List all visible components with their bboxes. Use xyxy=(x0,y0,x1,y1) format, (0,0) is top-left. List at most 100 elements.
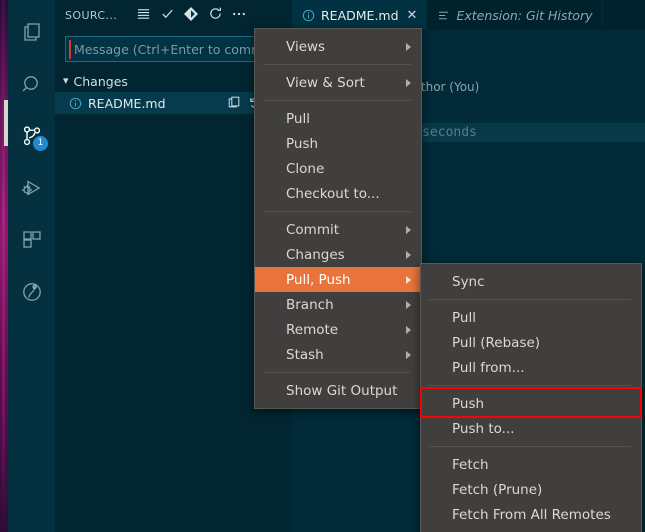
menu-item-label: Changes xyxy=(286,246,345,263)
menu-item-view-and-sort[interactable]: View & Sort xyxy=(255,70,421,95)
menu-item-show-git-output[interactable]: Show Git Output xyxy=(255,378,421,403)
submenu-item-sync[interactable]: Sync xyxy=(421,269,641,294)
menu-item-label: Show Git Output xyxy=(286,382,398,399)
menu-item-stash[interactable]: Stash xyxy=(255,342,421,367)
submenu-item-fetch-from-all-remotes[interactable]: Fetch From All Remotes xyxy=(421,502,641,527)
close-icon[interactable]: ✕ xyxy=(407,8,418,23)
menu-item-branch[interactable]: Branch xyxy=(255,292,421,317)
file-name: README.md xyxy=(88,95,166,111)
menu-item-label: Commit xyxy=(286,221,340,238)
info-icon xyxy=(69,97,82,110)
chevron-right-icon xyxy=(406,325,411,334)
tab-label: Extension: Git History xyxy=(456,7,593,23)
commit-message-placeholder: Message (Ctrl+Enter to commi xyxy=(74,41,267,57)
source-control-badge: 1 xyxy=(33,136,48,151)
window-edge-strip xyxy=(0,0,9,532)
sidebar-title-bar: SOURC... xyxy=(55,0,292,30)
edge-strip-inner xyxy=(2,0,5,532)
menu-item-remote[interactable]: Remote xyxy=(255,317,421,342)
commit-message-input[interactable]: Message (Ctrl+Enter to commi xyxy=(65,36,284,62)
activity-item-extensions[interactable] xyxy=(8,216,55,264)
submenu-item-fetch[interactable]: Fetch xyxy=(421,452,641,477)
menu-item-push[interactable]: Push xyxy=(255,131,421,156)
activity-item-run-and-debug[interactable] xyxy=(8,164,55,212)
menu-item-label: Stash xyxy=(286,346,324,363)
run-debug-icon xyxy=(20,176,44,200)
activity-item-search[interactable] xyxy=(8,60,55,108)
tab-readme[interactable]: README.md ✕ xyxy=(292,0,428,30)
tab-label: README.md xyxy=(321,7,399,23)
menu-item-label: Remote xyxy=(286,321,339,338)
git-context-menu[interactable]: Views View & Sort Pull Push Clone Checko… xyxy=(254,28,422,409)
submenu-item-pull-from[interactable]: Pull from... xyxy=(421,355,641,380)
check-icon xyxy=(160,6,175,24)
chevron-right-icon xyxy=(406,250,411,259)
menu-item-clone[interactable]: Clone xyxy=(255,156,421,181)
menu-item-label: Pull xyxy=(452,309,476,326)
menu-item-label: Fetch (Prune) xyxy=(452,481,543,498)
menu-item-label: Pull xyxy=(286,110,310,127)
menu-item-label: Views xyxy=(286,38,326,55)
menu-item-label: Pull, Push xyxy=(286,271,351,288)
menu-item-changes[interactable]: Changes xyxy=(255,242,421,267)
menu-item-label: Clone xyxy=(286,160,325,177)
chevron-right-icon xyxy=(406,300,411,309)
chevron-right-icon xyxy=(406,350,411,359)
search-icon xyxy=(20,72,44,96)
submenu-item-push-to[interactable]: Push to... xyxy=(421,416,641,441)
commit-button[interactable] xyxy=(155,3,179,27)
menu-item-label: Push xyxy=(286,135,319,152)
menu-item-label: Push xyxy=(452,395,485,412)
text-caret xyxy=(69,40,71,59)
menu-item-label: Branch xyxy=(286,296,334,313)
submenu-item-fetch-prune[interactable]: Fetch (Prune) xyxy=(421,477,641,502)
extensions-icon xyxy=(20,228,44,252)
menu-separator xyxy=(263,64,411,65)
view-as-list-button[interactable] xyxy=(131,3,155,27)
menu-item-label: Fetch xyxy=(452,456,489,473)
refresh-icon xyxy=(208,6,223,24)
menu-item-label: Fetch From All Remotes xyxy=(452,506,611,523)
git-commit-icon xyxy=(183,6,199,25)
list-icon xyxy=(136,6,151,24)
menu-separator xyxy=(429,446,631,447)
submenu-item-pull[interactable]: Pull xyxy=(421,305,641,330)
menu-item-label: Sync xyxy=(452,273,485,290)
activity-bar: 1 xyxy=(8,0,55,532)
activity-item-source-control[interactable]: 1 xyxy=(8,112,55,160)
editor-tab-bar: README.md ✕ Extension: Git History xyxy=(292,0,645,30)
menu-item-label: Checkout to... xyxy=(286,185,380,202)
menu-separator xyxy=(429,385,631,386)
chevron-right-icon xyxy=(406,42,411,51)
menu-item-label: View & Sort xyxy=(286,74,365,91)
menu-separator xyxy=(263,100,411,101)
menu-item-commit[interactable]: Commit xyxy=(255,217,421,242)
chevron-right-icon xyxy=(406,275,411,284)
menu-item-checkout-to[interactable]: Checkout to... xyxy=(255,181,421,206)
menu-item-label: Pull from... xyxy=(452,359,525,376)
sidebar-title: SOURC... xyxy=(65,8,118,22)
refresh-button[interactable] xyxy=(203,3,227,27)
menu-item-label: Pull (Rebase) xyxy=(452,334,541,351)
vscode-window: 1 SOURC... Message (Ctrl+Enter to commi … xyxy=(0,0,645,532)
chevron-right-icon xyxy=(406,225,411,234)
activity-item-explorer[interactable] xyxy=(8,8,55,56)
submenu-item-pull-rebase[interactable]: Pull (Rebase) xyxy=(421,330,641,355)
open-file-icon[interactable] xyxy=(227,95,241,112)
tab-extension-git-history[interactable]: Extension: Git History xyxy=(427,0,603,30)
pull-push-submenu[interactable]: Sync Pull Pull (Rebase) Pull from... Pus… xyxy=(420,263,642,532)
menu-item-views[interactable]: Views xyxy=(255,34,421,59)
preview-icon xyxy=(437,9,450,22)
menu-item-pull[interactable]: Pull xyxy=(255,106,421,131)
info-icon xyxy=(302,9,315,22)
submenu-item-push[interactable]: Push xyxy=(421,391,641,416)
menu-separator xyxy=(429,299,631,300)
more-actions-button[interactable] xyxy=(227,3,251,27)
menu-separator xyxy=(263,211,411,212)
ellipsis-icon xyxy=(231,6,247,25)
chevron-right-icon xyxy=(406,78,411,87)
git-history-icon xyxy=(20,280,44,304)
activity-item-git-history[interactable] xyxy=(8,268,55,316)
git-commit-button[interactable] xyxy=(179,3,203,27)
menu-item-pull-push[interactable]: Pull, Push xyxy=(255,267,421,292)
